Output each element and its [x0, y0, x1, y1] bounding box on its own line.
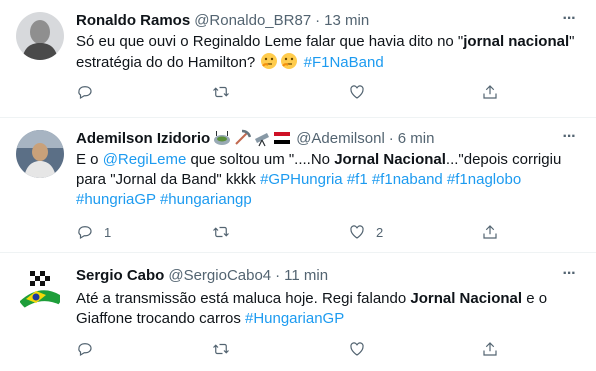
- hashtag-link[interactable]: #hungriaGP: [76, 191, 156, 208]
- hashtag-link[interactable]: #f1: [347, 171, 368, 188]
- like-icon: [350, 225, 364, 239]
- tweet[interactable]: Ronaldo Ramos @Ronaldo_BR87 · 13 min ···…: [0, 0, 596, 118]
- author-name[interactable]: Sergio Cabo: [76, 267, 164, 284]
- reply-icon: [78, 86, 92, 100]
- share-icon: [483, 85, 497, 99]
- author-name[interactable]: Ronaldo Ramos: [76, 12, 190, 29]
- author-handle[interactable]: @Ademilsonl: [296, 130, 385, 147]
- tweet-text: E o @RegiLeme que soltou um "....No Jorn…: [76, 151, 562, 208]
- more-icon[interactable]: ···: [558, 128, 580, 148]
- like-icon: [350, 342, 364, 356]
- yemen-flag-emoji: [273, 129, 291, 147]
- tweet[interactable]: Sergio Cabo @SergioCabo4 · 11 min ··· At…: [0, 253, 596, 371]
- share-icon: [483, 225, 497, 239]
- thinking-emoji: [280, 52, 298, 70]
- retweet-button[interactable]: [212, 222, 240, 242]
- telescope-emoji: [253, 129, 271, 147]
- avatar[interactable]: [16, 130, 64, 178]
- like-button[interactable]: 2: [348, 222, 383, 242]
- avatar[interactable]: [16, 265, 64, 313]
- tweet-actions: [68, 339, 528, 359]
- reply-icon: [78, 226, 92, 240]
- author-handle[interactable]: @Ronaldo_BR87: [194, 12, 311, 29]
- tweet-timestamp[interactable]: 11 min: [284, 267, 328, 284]
- name-emojis: [212, 129, 292, 147]
- tweet-header: Ademilson Izidorio @Ademilsonl · 6 min: [76, 128, 556, 148]
- stadium-emoji: [213, 129, 231, 147]
- hashtag-link[interactable]: #f1naband: [372, 171, 443, 188]
- retweet-icon: [213, 86, 229, 98]
- tweet-header: Sergio Cabo @SergioCabo4 · 11 min: [76, 265, 556, 285]
- tweet-timestamp[interactable]: 6 min: [398, 130, 435, 147]
- author-handle[interactable]: @SergioCabo4: [168, 267, 271, 284]
- retweet-button[interactable]: [212, 82, 240, 102]
- share-icon: [483, 342, 497, 356]
- reply-icon: [78, 343, 92, 357]
- tweet[interactable]: Ademilson Izidorio @Ademilsonl · 6 min ·…: [0, 118, 596, 253]
- share-button[interactable]: [481, 222, 499, 242]
- reply-button[interactable]: [76, 339, 104, 359]
- hashtag-link[interactable]: #f1naglobo: [447, 171, 521, 188]
- author-name[interactable]: Ademilson Izidorio: [76, 130, 210, 147]
- pickaxe-emoji: [233, 129, 252, 147]
- like-icon: [350, 85, 364, 99]
- share-button[interactable]: [481, 339, 499, 359]
- like-count: 2: [376, 224, 384, 240]
- retweet-button[interactable]: [212, 339, 240, 359]
- share-button[interactable]: [481, 82, 499, 102]
- tweet-actions: 1 2: [68, 222, 528, 242]
- hashtag-link[interactable]: #hungariangp: [160, 191, 252, 208]
- hashtag-link[interactable]: #HungarianGP: [245, 310, 344, 327]
- hashtag-link[interactable]: #F1NaBand: [304, 54, 384, 71]
- retweet-icon: [213, 343, 229, 355]
- hashtag-link[interactable]: #GPHungria: [260, 171, 343, 188]
- tweet-text: Até a transmissão está maluca hoje. Regi…: [76, 290, 548, 327]
- mention-link[interactable]: @RegiLeme: [103, 151, 187, 168]
- separator-dot: ·: [388, 129, 394, 147]
- separator-dot: ·: [315, 11, 321, 29]
- reply-button[interactable]: [76, 82, 104, 102]
- tweet-header: Ronaldo Ramos @Ronaldo_BR87 · 13 min: [76, 10, 556, 30]
- thinking-emoji: [260, 52, 278, 70]
- retweet-icon: [213, 226, 229, 238]
- avatar[interactable]: [16, 12, 64, 60]
- tweet-actions: [68, 82, 528, 102]
- more-icon[interactable]: ···: [558, 265, 580, 285]
- tweet-text: Só eu que ouvi o Reginaldo Leme falar qu…: [76, 33, 575, 71]
- separator-dot: ·: [275, 266, 281, 284]
- reply-button[interactable]: 1: [76, 222, 111, 242]
- like-button[interactable]: [348, 82, 376, 102]
- tweet-timestamp[interactable]: 13 min: [324, 12, 369, 29]
- like-button[interactable]: [348, 339, 376, 359]
- reply-count: 1: [104, 224, 112, 240]
- more-icon[interactable]: ···: [558, 10, 580, 30]
